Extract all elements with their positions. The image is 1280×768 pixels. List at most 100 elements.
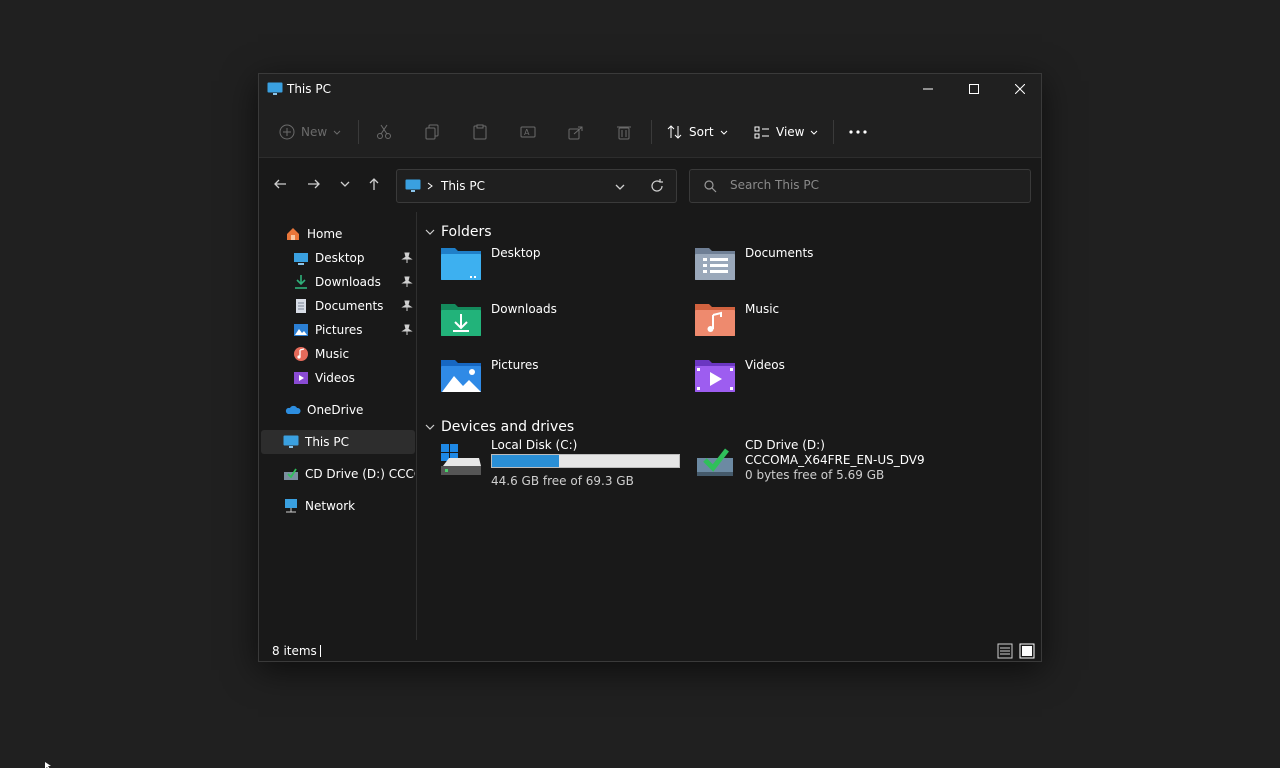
view-label: View: [776, 125, 805, 139]
sort-label: Sort: [689, 125, 714, 139]
search-input[interactable]: [730, 178, 1010, 192]
address-bar[interactable]: This PC: [396, 169, 677, 203]
sidebar-item-this-pc[interactable]: This PC: [261, 430, 415, 454]
paste-button[interactable]: [472, 116, 488, 148]
folder-tile-music[interactable]: Music: [675, 296, 925, 348]
title-bar[interactable]: This PC: [259, 74, 1041, 104]
share-button[interactable]: [568, 116, 584, 148]
folder-tile-desktop[interactable]: Desktop: [421, 240, 671, 292]
videos-folder-icon: [695, 360, 735, 392]
sidebar-item-documents[interactable]: Documents: [261, 294, 415, 318]
pin-icon: [401, 324, 413, 335]
forward-button[interactable]: [302, 172, 326, 196]
rename-button[interactable]: A: [520, 116, 536, 148]
drive-tile-c[interactable]: Local Disk (C:) 44.6 GB free of 69.3 GB: [421, 438, 680, 494]
sidebar-item-label: OneDrive: [307, 403, 364, 417]
close-icon: [1015, 84, 1025, 94]
sidebar-item-label: Music: [315, 347, 350, 361]
more-icon: [849, 130, 867, 134]
sidebar-item-label: Pictures: [315, 323, 363, 337]
plus-circle-icon: [279, 124, 295, 140]
scissors-icon: [377, 124, 391, 139]
copy-icon: [425, 124, 439, 140]
delete-button[interactable]: [616, 116, 632, 148]
downloads-folder-icon: [441, 304, 481, 336]
folder-tile-downloads[interactable]: Downloads: [421, 296, 671, 348]
new-button[interactable]: New: [279, 116, 341, 148]
sidebar-item-cd-drive[interactable]: CD Drive (D:) CCCOMA_X64FRE_EN-US_DV9: [261, 462, 415, 486]
desktop-icon: [293, 250, 309, 266]
sidebar-item-pictures[interactable]: Pictures: [261, 318, 415, 342]
maximize-button[interactable]: [951, 74, 997, 104]
item-count: 8 items: [272, 644, 317, 658]
sidebar-item-music[interactable]: Music: [261, 342, 415, 366]
sidebar-item-label: Documents: [315, 299, 384, 313]
folder-label: Downloads: [491, 302, 557, 316]
download-icon: [293, 274, 309, 290]
cut-button[interactable]: [376, 116, 392, 148]
drive-free-space: 0 bytes free of 5.69 GB: [745, 468, 885, 482]
chevron-down-icon: [425, 229, 435, 235]
details-view-icon[interactable]: [997, 643, 1013, 659]
folder-label: Pictures: [491, 358, 539, 372]
sidebar-item-network[interactable]: Network: [261, 494, 415, 518]
music-icon: [293, 346, 309, 362]
share-icon: [568, 126, 583, 140]
maximize-icon: [969, 84, 979, 94]
pin-icon: [401, 252, 413, 263]
drive-tile-d[interactable]: CD Drive (D:) CCCOMA_X64FRE_EN-US_DV9 0 …: [675, 438, 925, 494]
toolbar-divider: [358, 120, 359, 144]
cloud-icon: [285, 402, 301, 418]
up-button[interactable]: [362, 172, 386, 196]
more-options-button[interactable]: [849, 116, 867, 148]
folder-tile-pictures[interactable]: Pictures: [421, 352, 671, 404]
refresh-icon[interactable]: [650, 179, 664, 193]
command-bar: New A Sort View: [259, 104, 1041, 158]
large-icons-view-icon[interactable]: [1019, 643, 1035, 659]
clipboard-icon: [473, 124, 487, 140]
sidebar-item-label: Desktop: [315, 251, 365, 265]
drive-usage-fill: [492, 455, 559, 467]
chevron-down-icon: [720, 130, 727, 135]
copy-button[interactable]: [424, 116, 440, 148]
sidebar-item-videos[interactable]: Videos: [261, 366, 415, 390]
folders-header-label: Folders: [441, 224, 492, 240]
trash-icon: [617, 126, 631, 140]
sidebar-item-label: CD Drive (D:) CCCOMA_X64FRE_EN-US_DV9: [305, 467, 415, 481]
folder-tile-videos[interactable]: Videos: [675, 352, 925, 404]
sidebar-item-desktop[interactable]: Desktop: [261, 246, 415, 270]
sidebar-item-label: Home: [307, 227, 343, 241]
close-button[interactable]: [997, 74, 1043, 104]
drive-usage-bar: [491, 454, 680, 468]
status-bar: 8 items: [259, 640, 1041, 662]
chevron-down-icon: [340, 181, 350, 187]
sidebar-item-label: This PC: [305, 435, 349, 449]
file-explorer-window: This PC New A Sort View This PC Search T…: [258, 73, 1042, 662]
pane-divider[interactable]: [416, 212, 417, 640]
sidebar-item-onedrive[interactable]: OneDrive: [261, 398, 415, 422]
back-button[interactable]: [268, 172, 292, 196]
cd-drive-icon: [697, 448, 733, 476]
sidebar-item-downloads[interactable]: Downloads: [261, 270, 415, 294]
pin-icon: [401, 276, 413, 287]
monitor-icon: [405, 179, 421, 192]
folders-group-header[interactable]: Folders: [425, 224, 492, 240]
hard-drive-icon: [441, 444, 481, 475]
folder-tile-documents[interactable]: Documents: [675, 240, 925, 292]
content-pane: Folders Desktop Documents Downloads Musi…: [419, 212, 1041, 640]
recent-locations-button[interactable]: [333, 172, 357, 196]
view-button[interactable]: View: [754, 116, 818, 148]
search-box[interactable]: [689, 169, 1031, 203]
arrow-left-icon: [274, 179, 286, 189]
pin-icon: [401, 300, 413, 311]
minimize-button[interactable]: [905, 74, 951, 104]
sidebar-item-home[interactable]: Home: [261, 222, 415, 246]
address-path[interactable]: This PC: [441, 179, 485, 193]
chevron-down-icon[interactable]: [615, 182, 625, 192]
arrow-right-icon: [308, 179, 320, 189]
monitor-icon: [267, 82, 283, 95]
sort-button[interactable]: Sort: [667, 116, 728, 148]
home-icon: [285, 226, 301, 242]
drives-group-header[interactable]: Devices and drives: [425, 419, 574, 435]
folder-label: Desktop: [491, 246, 541, 260]
